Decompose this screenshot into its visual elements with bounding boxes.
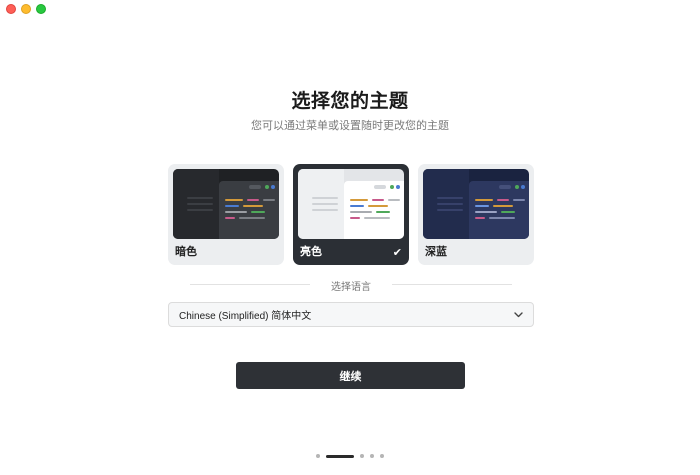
page-dot[interactable] <box>380 454 384 458</box>
language-select[interactable]: Chinese (Simplified) 简体中文 <box>168 302 534 327</box>
theme-card-dark[interactable]: 暗色 <box>168 164 284 265</box>
maximize-window-button[interactable] <box>36 4 46 14</box>
page-dot-active[interactable] <box>326 454 354 458</box>
chevron-down-icon <box>514 310 523 320</box>
continue-button[interactable]: 继续 <box>236 362 465 389</box>
theme-label-light: 亮色 <box>300 246 322 258</box>
minimize-window-button[interactable] <box>21 4 31 14</box>
divider-right <box>392 284 512 285</box>
onboarding-window: 选择您的主题 您可以通过菜单或设置随时更改您的主题 暗色 亮色 ✔ 深蓝 选择语… <box>0 0 700 475</box>
theme-card-light[interactable]: 亮色 ✔ <box>293 164 409 265</box>
page-dot[interactable] <box>370 454 374 458</box>
language-select-value: Chinese (Simplified) 简体中文 <box>179 311 312 322</box>
page-dot[interactable] <box>360 454 364 458</box>
page-indicator <box>0 454 700 458</box>
theme-picker: 暗色 亮色 ✔ 深蓝 <box>168 164 534 265</box>
theme-label-dark: 暗色 <box>175 246 197 258</box>
language-section-header: 选择语言 <box>190 277 512 293</box>
close-window-button[interactable] <box>6 4 16 14</box>
theme-card-deep-blue[interactable]: 深蓝 <box>418 164 534 265</box>
theme-label-deep-blue: 深蓝 <box>425 246 447 258</box>
theme-preview-light <box>298 169 404 239</box>
language-section-label: 选择语言 <box>331 282 371 293</box>
checkmark-icon: ✔ <box>392 247 402 259</box>
window-controls <box>6 4 46 14</box>
theme-preview-dark <box>173 169 279 239</box>
page-title: 选择您的主题 <box>291 91 409 112</box>
theme-preview-deep-blue <box>423 169 529 239</box>
page-dot[interactable] <box>316 454 320 458</box>
page-subtitle: 您可以通过菜单或设置随时更改您的主题 <box>251 120 449 132</box>
